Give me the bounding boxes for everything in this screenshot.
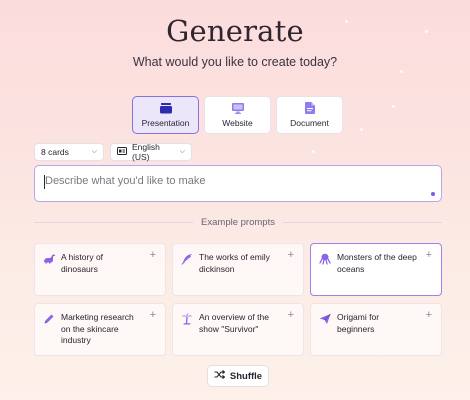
sparkle-decoration bbox=[392, 105, 395, 108]
sparkle-decoration bbox=[400, 70, 403, 73]
presentation-icon bbox=[159, 102, 172, 114]
mode-selector: Presentation Website Document bbox=[132, 96, 343, 134]
status-dot-icon bbox=[431, 192, 435, 196]
shuffle-label: Shuffle bbox=[229, 370, 263, 382]
dinosaur-icon bbox=[43, 253, 56, 268]
example-prompts-heading: Example prompts bbox=[201, 217, 275, 228]
prompt-field[interactable] bbox=[34, 165, 442, 202]
mode-website-label: Website bbox=[222, 117, 253, 128]
add-icon[interactable]: + bbox=[288, 309, 294, 322]
example-prompt-card[interactable]: The works of emily dickinson + bbox=[172, 243, 304, 296]
divider-line bbox=[282, 222, 443, 223]
language-icon bbox=[117, 147, 127, 157]
paper-plane-icon bbox=[319, 313, 331, 329]
example-prompts-divider: Example prompts bbox=[34, 217, 443, 228]
sparkle-decoration bbox=[312, 150, 315, 153]
language-value: English (US) bbox=[132, 142, 160, 162]
add-icon[interactable]: + bbox=[288, 249, 294, 262]
mode-presentation-label: Presentation bbox=[141, 117, 190, 128]
mode-document-button[interactable]: Document bbox=[276, 96, 343, 134]
pencil-icon bbox=[43, 313, 55, 329]
example-prompt-text: Marketing research on the skincare indus… bbox=[61, 312, 134, 345]
example-prompt-card[interactable]: A history of dinosaurs + bbox=[34, 243, 166, 296]
palm-tree-icon bbox=[181, 313, 193, 329]
example-prompt-text: Monsters of the deep oceans bbox=[337, 252, 417, 274]
example-prompt-text: Origami for beginners bbox=[337, 312, 380, 334]
example-prompt-text: The works of emily dickinson bbox=[199, 252, 270, 274]
prompt-input[interactable] bbox=[45, 175, 415, 187]
add-icon[interactable]: + bbox=[426, 249, 432, 262]
quill-icon bbox=[181, 253, 193, 269]
website-icon bbox=[231, 102, 244, 114]
example-prompt-text: An overview of the show "Survivor" bbox=[199, 312, 269, 334]
options-row: 8 cards ⌵ English (US) ⌵ bbox=[34, 142, 192, 162]
card-count-select[interactable]: 8 cards ⌵ bbox=[34, 143, 104, 161]
octopus-icon bbox=[319, 253, 331, 269]
card-count-value: 8 cards bbox=[41, 147, 69, 157]
example-prompt-text: A history of dinosaurs bbox=[61, 252, 104, 274]
page-title: Generate bbox=[166, 14, 304, 48]
add-icon[interactable]: + bbox=[150, 309, 156, 322]
shuffle-icon bbox=[214, 370, 226, 382]
divider-line bbox=[34, 222, 194, 223]
example-prompt-card[interactable]: Monsters of the deep oceans + bbox=[310, 243, 442, 296]
chevron-down-icon: ⌵ bbox=[91, 148, 97, 155]
example-prompts-grid: A history of dinosaurs + The works of em… bbox=[34, 243, 442, 356]
mode-document-label: Document bbox=[290, 118, 329, 128]
mode-presentation-button[interactable]: Presentation bbox=[132, 96, 199, 134]
shuffle-button[interactable]: Shuffle bbox=[207, 365, 269, 387]
sparkle-decoration bbox=[360, 128, 363, 131]
document-icon bbox=[304, 102, 315, 114]
example-prompt-card[interactable]: Origami for beginners + bbox=[310, 303, 442, 356]
chevron-down-icon: ⌵ bbox=[179, 148, 185, 155]
example-prompt-card[interactable]: Marketing research on the skincare indus… bbox=[34, 303, 166, 356]
page-subtitle: What would you like to create today? bbox=[132, 55, 338, 69]
example-prompt-card[interactable]: An overview of the show "Survivor" + bbox=[172, 303, 304, 356]
add-icon[interactable]: + bbox=[426, 309, 432, 322]
add-icon[interactable]: + bbox=[150, 249, 156, 262]
language-select[interactable]: English (US) ⌵ bbox=[110, 142, 192, 162]
mode-website-button[interactable]: Website bbox=[204, 96, 271, 134]
